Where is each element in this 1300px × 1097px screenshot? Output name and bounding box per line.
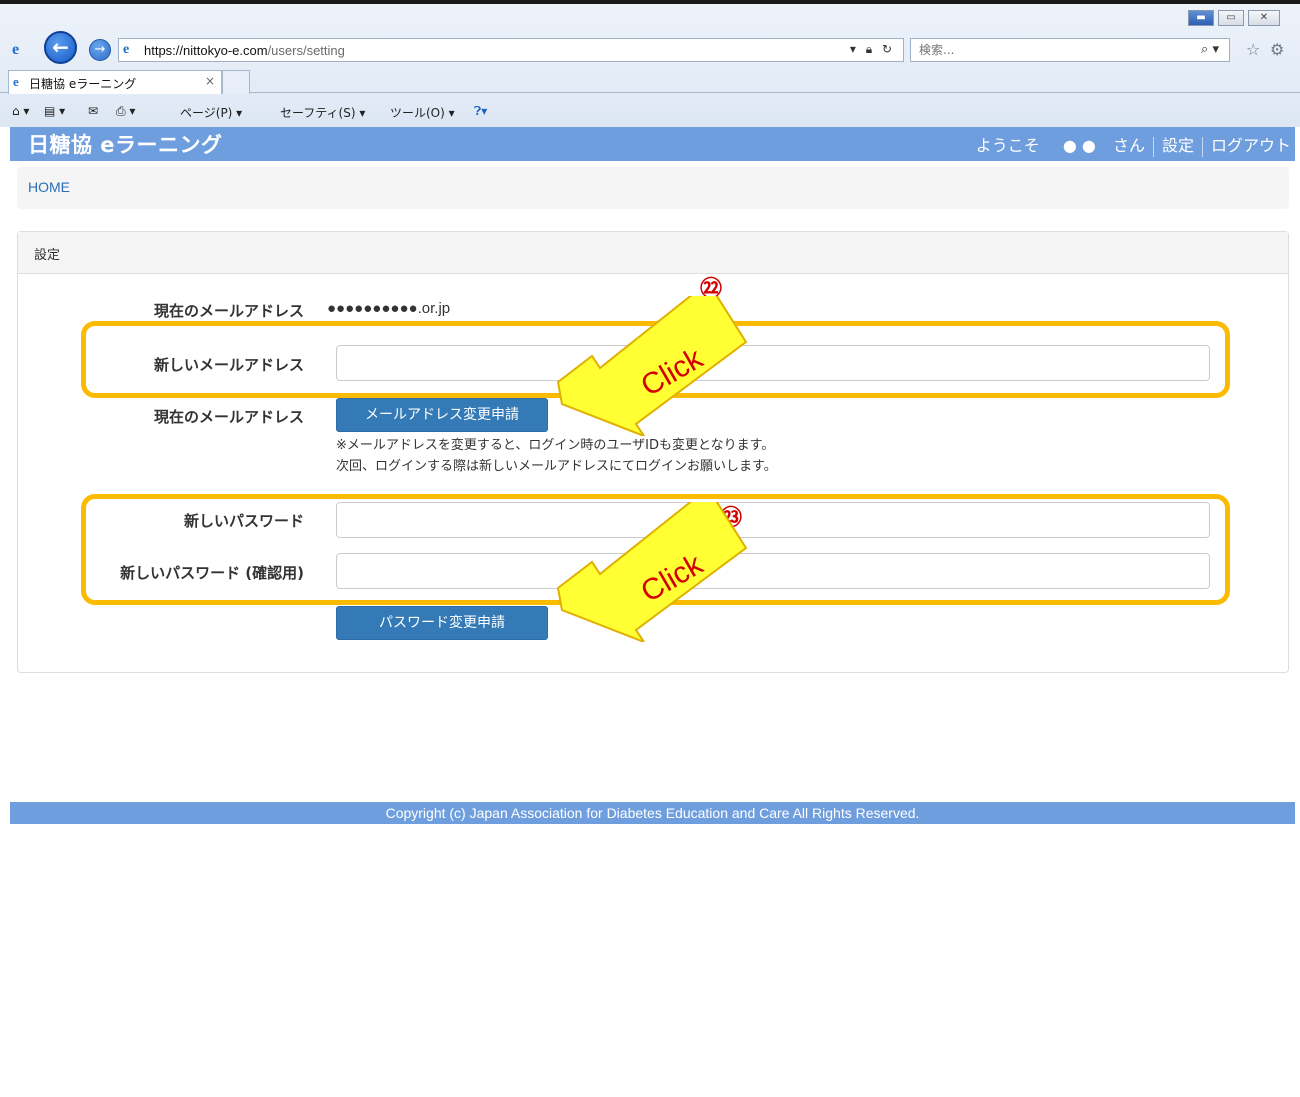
tab-title: 日糖協 eラーニング (29, 77, 137, 91)
window-close-button[interactable]: ✕ (1248, 10, 1280, 26)
print-icon[interactable]: ⎙ ▾ (116, 104, 135, 119)
help-icon[interactable]: ❓︎▾ (474, 104, 487, 119)
ie-logo-icon: e (12, 41, 20, 58)
site-favicon-icon: e (123, 42, 130, 57)
email-note-2: 次回、ログインする際は新しいメールアドレスにてログインお願いします。 (336, 459, 777, 474)
dropdown-icon[interactable]: ▾ (850, 42, 859, 56)
back-arrow-icon: ← (52, 35, 69, 59)
divider (1152, 136, 1154, 157)
panel-title: 設定 (34, 248, 61, 263)
window-maximize-button[interactable]: ▭ (1218, 10, 1244, 26)
forward-button[interactable]: → (89, 39, 111, 61)
current-email-value: ●●●●●●●●●●.or.jp (327, 300, 451, 317)
forward-arrow-icon: → (94, 42, 106, 57)
logout-link[interactable]: ログアウト (1211, 132, 1291, 156)
settings-link[interactable]: 設定 (1162, 132, 1194, 156)
feed-icon[interactable]: ▤ ▾ (44, 104, 65, 118)
refresh-icon[interactable]: ↻ (882, 42, 895, 56)
address-url[interactable]: https://nittokyo-e.com/users/setting (144, 43, 345, 58)
email-request-label: 現在のメールアドレス (153, 408, 304, 426)
site-footer: Copyright (c) Japan Association for Diab… (10, 802, 1295, 824)
command-bar: ⌂ ▾ ▤ ▾ ✉ ⎙ ▾ ページ(P) ▾ セーフティ(S) ▾ ツール(O)… (0, 98, 1300, 128)
click-arrow-1: Click (556, 296, 748, 436)
footer-copyright: Copyright (c) Japan Association for Diab… (385, 805, 920, 821)
search-icon[interactable]: ⌕ ▾ (1201, 42, 1219, 57)
current-email-label: 現在のメールアドレス (153, 302, 304, 320)
new-tab-button[interactable] (222, 70, 250, 94)
safety-menu[interactable]: セーフティ(S) ▾ (280, 104, 365, 121)
welcome-text: ようこそ (975, 136, 1040, 155)
honorific: さん (1112, 136, 1145, 155)
site-header: 日糖協 eラーニング ようこそ ● ● さん 設定 ログアウト (10, 127, 1295, 161)
user-name: ● ● (1062, 136, 1096, 155)
star-icon[interactable]: ☆ (1246, 40, 1260, 59)
browser-chrome: ▬ ▭ ✕ e ← → e https://nittokyo-e.com/use… (0, 0, 1300, 127)
panel-heading: 設定 (18, 232, 1288, 274)
search-box[interactable]: ⌕ ▾ (910, 38, 1230, 62)
divider (1201, 136, 1203, 157)
page-menu[interactable]: ページ(P) ▾ (180, 104, 242, 121)
gear-icon[interactable]: ⚙ (1270, 40, 1284, 59)
back-button[interactable]: ← (44, 31, 77, 64)
password-change-button[interactable]: パスワード変更申請 (336, 606, 548, 640)
breadcrumb: HOME (17, 167, 1289, 209)
url-path: /users/setting (267, 43, 345, 58)
browser-tab[interactable]: e 日糖協 eラーニング × (8, 70, 222, 94)
home-icon[interactable]: ⌂ ▾ (12, 104, 29, 118)
address-tools: ▾ 🔒︎ ↻ (850, 42, 895, 57)
mail-icon[interactable]: ✉ (88, 104, 98, 118)
email-change-button[interactable]: メールアドレス変更申請 (336, 398, 548, 432)
lock-icon[interactable]: 🔒︎ (866, 42, 875, 56)
header-nav: ようこそ ● ● さん 設定 ログアウト (976, 132, 1291, 157)
address-bar[interactable]: e https://nittokyo-e.com/users/setting ▾… (118, 38, 904, 62)
tools-menu[interactable]: ツール(O) ▾ (390, 104, 455, 121)
tab-strip: e 日糖協 eラーニング × (0, 67, 1300, 94)
site-brand[interactable]: 日糖協 eラーニング (28, 129, 223, 159)
breadcrumb-home-link[interactable]: HOME (28, 179, 70, 195)
tab-favicon-icon: e (13, 74, 19, 89)
url-host: https://nittokyo-e.com (144, 43, 268, 58)
close-icon[interactable]: × (205, 74, 215, 88)
email-note-1: ※メールアドレスを変更すると、ログイン時のユーザIDも変更となります。 (336, 438, 775, 453)
search-input[interactable] (919, 43, 1159, 57)
click-arrow-2: Click (556, 502, 748, 642)
window-minimize-button[interactable]: ▬ (1188, 10, 1214, 26)
